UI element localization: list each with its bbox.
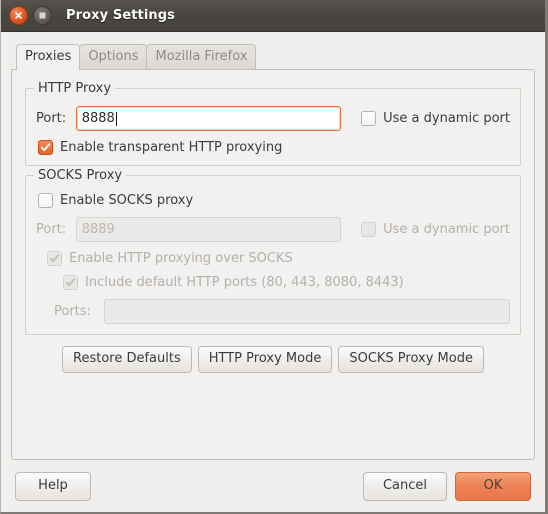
socks-enable-row: Enable SOCKS proxy [36,193,510,208]
tab-proxies[interactable]: Proxies [16,44,81,70]
checkbox-box [38,140,53,155]
proxies-tab-panel: HTTP Proxy Port: 8888 Use a dynamic port [11,69,535,460]
http-over-socks-checkbox: Enable HTTP proxying over SOCKS [47,251,293,266]
http-transparent-checkbox[interactable]: Enable transparent HTTP proxying [38,140,282,155]
close-icon[interactable] [9,6,28,25]
checkbox-box [38,193,53,208]
help-button[interactable]: Help [15,471,91,501]
http-dynamic-port-label: Use a dynamic port [383,111,510,126]
socks-dynamic-port-checkbox: Use a dynamic port [361,222,510,237]
checkbox-box [47,251,62,266]
socks-port-row: Port: 8889 Use a dynamic port [36,217,510,242]
http-port-value: 8888 [81,111,115,126]
http-proxy-group: HTTP Proxy Port: 8888 Use a dynamic port [25,81,521,166]
socks-port-value: 8889 [81,222,115,237]
http-port-row: Port: 8888 Use a dynamic port [36,106,510,131]
socks-ports-label: Ports: [54,304,91,319]
socks-port-input: 8889 [75,217,342,242]
include-default-ports-label: Include default HTTP ports (80, 443, 808… [85,275,404,290]
tab-strip: Proxies Options Mozilla Firefox [11,42,535,70]
tab-options[interactable]: Options [79,44,148,69]
socks-proxy-group: SOCKS Proxy Enable SOCKS proxy Port: 888… [25,168,521,335]
http-port-input[interactable]: 8888 [75,106,342,131]
include-default-ports-row: Include default HTTP ports (80, 443, 808… [36,275,510,290]
checkbox-box [361,111,377,126]
restore-defaults-button[interactable]: Restore Defaults [62,346,192,373]
checkbox-box [63,275,78,290]
text-caret [115,111,117,126]
window-title: Proxy Settings [66,8,176,23]
http-proxy-mode-button[interactable]: HTTP Proxy Mode [197,346,333,373]
http-proxy-legend: HTTP Proxy [34,81,116,96]
title-bar: Proxy Settings [1,0,545,32]
tab-mozilla-firefox[interactable]: Mozilla Firefox [146,44,257,69]
http-transparent-label: Enable transparent HTTP proxying [60,140,283,155]
http-over-socks-label: Enable HTTP proxying over SOCKS [69,251,293,266]
ok-button[interactable]: OK [455,471,531,501]
mode-button-row: Restore Defaults HTTP Proxy Mode SOCKS P… [25,346,521,373]
cancel-button[interactable]: Cancel [363,471,447,501]
socks-enable-label: Enable SOCKS proxy [60,193,194,208]
http-transparent-row: Enable transparent HTTP proxying [36,140,510,155]
socks-ports-row: Ports: [36,299,510,324]
dialog-body: Proxies Options Mozilla Firefox HTTP Pro… [1,32,545,460]
socks-enable-checkbox[interactable]: Enable SOCKS proxy [38,193,193,208]
include-default-ports-checkbox: Include default HTTP ports (80, 443, 808… [63,275,404,290]
socks-dynamic-port-label: Use a dynamic port [383,222,510,237]
socks-ports-input [104,299,510,324]
checkbox-box [361,222,377,237]
http-port-label: Port: [36,111,67,126]
maximize-icon[interactable] [33,6,52,25]
socks-proxy-legend: SOCKS Proxy [34,168,127,183]
socks-port-label: Port: [36,222,67,237]
http-over-socks-row: Enable HTTP proxying over SOCKS [36,251,510,266]
http-dynamic-port-checkbox[interactable]: Use a dynamic port [361,111,510,126]
proxy-settings-window: Proxy Settings Proxies Options Mozilla F… [0,0,548,514]
socks-proxy-mode-button[interactable]: SOCKS Proxy Mode [338,346,484,373]
dialog-footer: Help Cancel OK [1,460,545,512]
